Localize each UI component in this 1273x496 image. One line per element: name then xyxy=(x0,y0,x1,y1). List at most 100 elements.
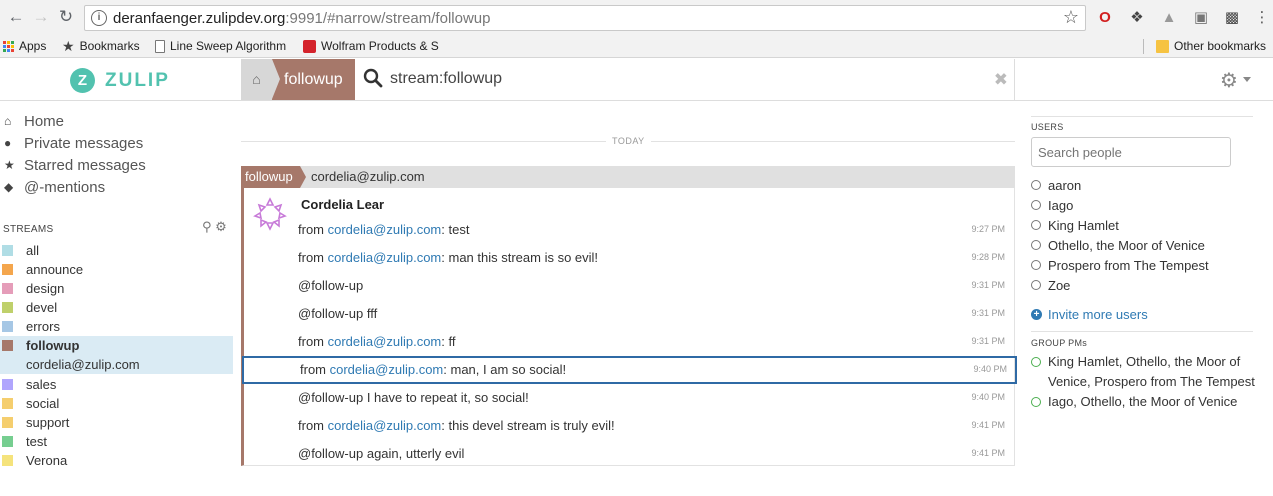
stream-item[interactable]: announce xyxy=(0,260,233,279)
nav-item[interactable]: ⌂ Home xyxy=(4,111,204,131)
forward-icon[interactable]: → xyxy=(29,5,53,29)
user-name: Iago xyxy=(1048,197,1074,213)
message-timestamp[interactable]: 9:41 PM xyxy=(971,448,1005,458)
message-row[interactable]: from cordelia@zulip.com: ff 9:31 PM xyxy=(244,328,1015,356)
stream-item[interactable]: all xyxy=(0,241,233,260)
message-timestamp[interactable]: 9:28 PM xyxy=(971,252,1005,262)
message-text: : man, I am so social! xyxy=(443,362,567,377)
stream-name: test xyxy=(26,434,47,449)
message-sender[interactable]: Cordelia Lear xyxy=(301,197,384,212)
topic-item[interactable]: cordelia@zulip.com xyxy=(0,355,233,374)
user-item[interactable]: aaron xyxy=(1031,176,1081,194)
stream-item[interactable]: errors xyxy=(0,317,233,336)
clear-search-icon[interactable]: ✖ xyxy=(994,70,1008,90)
dropbox-icon[interactable]: ❖ xyxy=(1127,8,1147,28)
email-link[interactable]: cordelia@zulip.com xyxy=(328,334,442,349)
stream-item[interactable]: followup xyxy=(0,336,233,355)
stream-name: design xyxy=(26,281,65,296)
message-timestamp[interactable]: 9:40 PM xyxy=(971,392,1005,402)
group-pm-item[interactable]: King Hamlet, Othello, the Moor of Venice,… xyxy=(1031,352,1259,392)
stream-settings-gear-icon[interactable]: ⚙ xyxy=(215,219,227,234)
users-header: USERS xyxy=(1031,122,1064,132)
email-link[interactable]: cordelia@zulip.com xyxy=(330,362,444,377)
message-content: @follow-up xyxy=(298,278,363,293)
camera-icon[interactable]: ▣ xyxy=(1191,8,1211,28)
nav-item[interactable]: ● Private messages xyxy=(4,133,204,153)
recipient-stream-label[interactable]: followup xyxy=(241,166,306,188)
stream-name: followup xyxy=(26,338,80,353)
user-item[interactable]: Prospero from The Tempest xyxy=(1031,256,1209,274)
bookmark-apps[interactable]: Apps xyxy=(3,38,46,54)
stream-color-swatch xyxy=(2,455,13,466)
message-row[interactable]: from cordelia@zulip.com: this devel stre… xyxy=(244,412,1015,440)
stream-color-swatch xyxy=(2,436,13,447)
nav-item-label: Starred messages xyxy=(24,156,146,174)
stream-search-icon[interactable]: ⚲ xyxy=(202,219,212,234)
message-timestamp[interactable]: 9:31 PM xyxy=(971,308,1005,318)
caret-down-icon[interactable] xyxy=(1243,77,1251,82)
message-row[interactable]: @follow-up 9:31 PM xyxy=(244,272,1015,300)
search-icon xyxy=(363,68,383,88)
message-text: @follow-up xyxy=(298,278,364,293)
stream-name: Verona xyxy=(26,453,68,468)
message-text: from xyxy=(300,362,330,377)
user-item[interactable]: Iago xyxy=(1031,196,1073,214)
search-people-input[interactable] xyxy=(1031,137,1231,167)
opera-icon[interactable]: O xyxy=(1095,8,1115,28)
user-item[interactable]: King Hamlet xyxy=(1031,216,1119,234)
message-row[interactable]: @follow-up again, utterly evil 9:41 PM xyxy=(244,440,1015,468)
group-pm-item[interactable]: Iago, Othello, the Moor of Venice xyxy=(1031,392,1259,412)
message-row-selected[interactable]: from cordelia@zulip.com: man, I am so so… xyxy=(242,356,1017,384)
home-tab-icon[interactable]: ⌂ xyxy=(241,59,272,100)
message-timestamp[interactable]: 9:31 PM xyxy=(971,280,1005,290)
email-link[interactable]: cordelia@zulip.com xyxy=(328,418,442,433)
stream-tab[interactable]: followup xyxy=(272,59,355,100)
address-bar[interactable]: i deranfaenger.zulipdev.org:9991/#narrow… xyxy=(84,5,1086,31)
zulip-logo[interactable]: Z ZULIP xyxy=(70,68,170,93)
presence-circle-icon xyxy=(1031,280,1041,290)
stream-item[interactable]: test xyxy=(0,432,233,451)
bookmark-star-icon[interactable]: ☆ xyxy=(1063,7,1079,28)
message-timestamp[interactable]: 9:40 PM xyxy=(973,364,1007,374)
message-row[interactable]: @follow-up fff 9:31 PM xyxy=(244,300,1015,328)
recipient-topic-label[interactable]: cordelia@zulip.com xyxy=(311,166,425,188)
bookmark-wolfram[interactable]: Wolfram Products & S xyxy=(303,38,439,54)
bookmark-other[interactable]: Other bookmarks xyxy=(1156,38,1266,54)
nav-item[interactable]: ★ Starred messages xyxy=(4,155,204,175)
email-link[interactable]: cordelia@zulip.com xyxy=(328,250,442,265)
message-row[interactable]: @follow-up I have to repeat it, so socia… xyxy=(244,384,1015,412)
stream-item[interactable]: support xyxy=(0,413,233,432)
invite-users-link[interactable]: + Invite more users xyxy=(1031,307,1148,322)
info-icon[interactable]: i xyxy=(91,10,107,26)
reload-icon[interactable]: ↻ xyxy=(54,5,78,29)
stream-color-swatch xyxy=(2,321,13,332)
drive-icon[interactable]: ▲ xyxy=(1159,8,1179,28)
user-item[interactable]: Othello, the Moor of Venice xyxy=(1031,236,1205,254)
back-icon[interactable]: ← xyxy=(4,5,28,29)
message-timestamp[interactable]: 9:27 PM xyxy=(971,224,1005,234)
stream-item[interactable]: devel xyxy=(0,298,233,317)
bookmark-bookmarks[interactable]: ★ Bookmarks xyxy=(62,38,140,54)
page-icon xyxy=(155,39,165,53)
folder-icon xyxy=(1156,39,1169,53)
url-text: deranfaenger.zulipdev.org:9991/#narrow/s… xyxy=(113,10,490,27)
gear-icon[interactable]: ⚙ xyxy=(1220,68,1238,93)
user-item[interactable]: Zoe xyxy=(1031,276,1070,294)
extension-icon[interactable]: ▩ xyxy=(1222,8,1242,28)
nav-item[interactable]: ◆ @-mentions xyxy=(4,177,204,197)
presence-circle-icon xyxy=(1031,260,1041,270)
message-timestamp[interactable]: 9:31 PM xyxy=(971,336,1005,346)
message-row[interactable]: from cordelia@zulip.com: man this stream… xyxy=(244,244,1015,272)
stream-item[interactable]: social xyxy=(0,394,233,413)
message-timestamp[interactable]: 9:41 PM xyxy=(971,420,1005,430)
stream-item[interactable]: sales xyxy=(0,375,233,394)
message-row[interactable]: from cordelia@zulip.com: test 9:27 PM xyxy=(244,216,1015,244)
stream-item[interactable]: design xyxy=(0,279,233,298)
bookmark-line-sweep[interactable]: Line Sweep Algorithm xyxy=(155,38,286,54)
stream-item[interactable]: Verona xyxy=(0,451,233,470)
search-bar[interactable]: stream:followup ✖ xyxy=(355,59,1015,100)
stream-name: errors xyxy=(26,319,60,334)
menu-dots-icon[interactable]: ⋮ xyxy=(1252,8,1272,28)
email-link[interactable]: cordelia@zulip.com xyxy=(328,222,442,237)
search-query[interactable]: stream:followup xyxy=(390,70,502,88)
